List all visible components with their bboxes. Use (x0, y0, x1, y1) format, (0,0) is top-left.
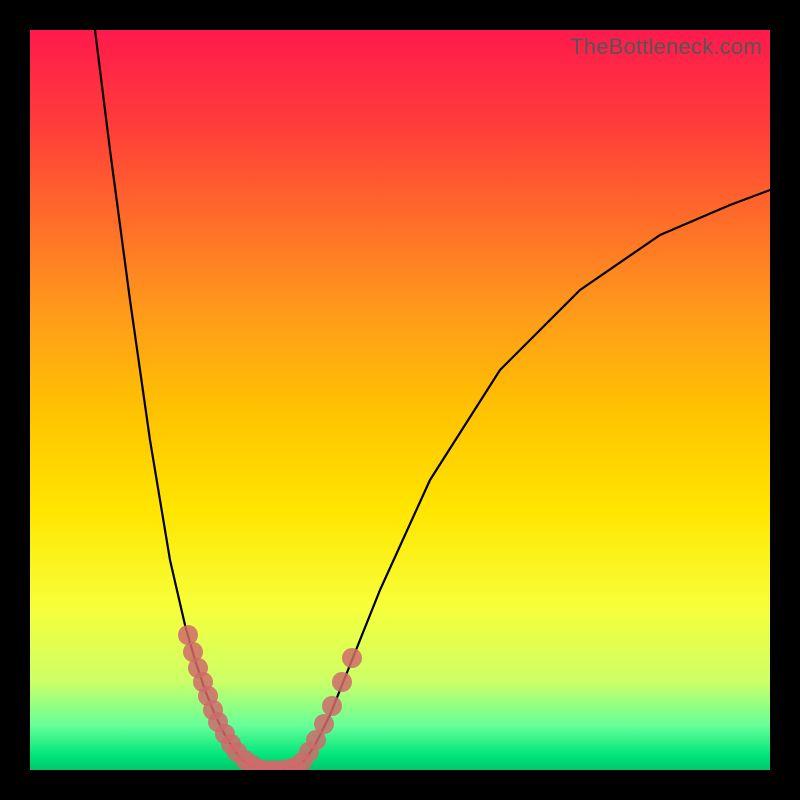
curve-layer (30, 30, 770, 770)
plot-area: TheBottleneck.com (30, 30, 770, 770)
data-marker (322, 696, 342, 716)
chart-frame: TheBottleneck.com (0, 0, 800, 800)
data-markers (178, 625, 362, 770)
data-marker (332, 672, 352, 692)
data-marker (314, 714, 334, 734)
data-marker (342, 648, 362, 668)
data-marker (178, 625, 198, 645)
